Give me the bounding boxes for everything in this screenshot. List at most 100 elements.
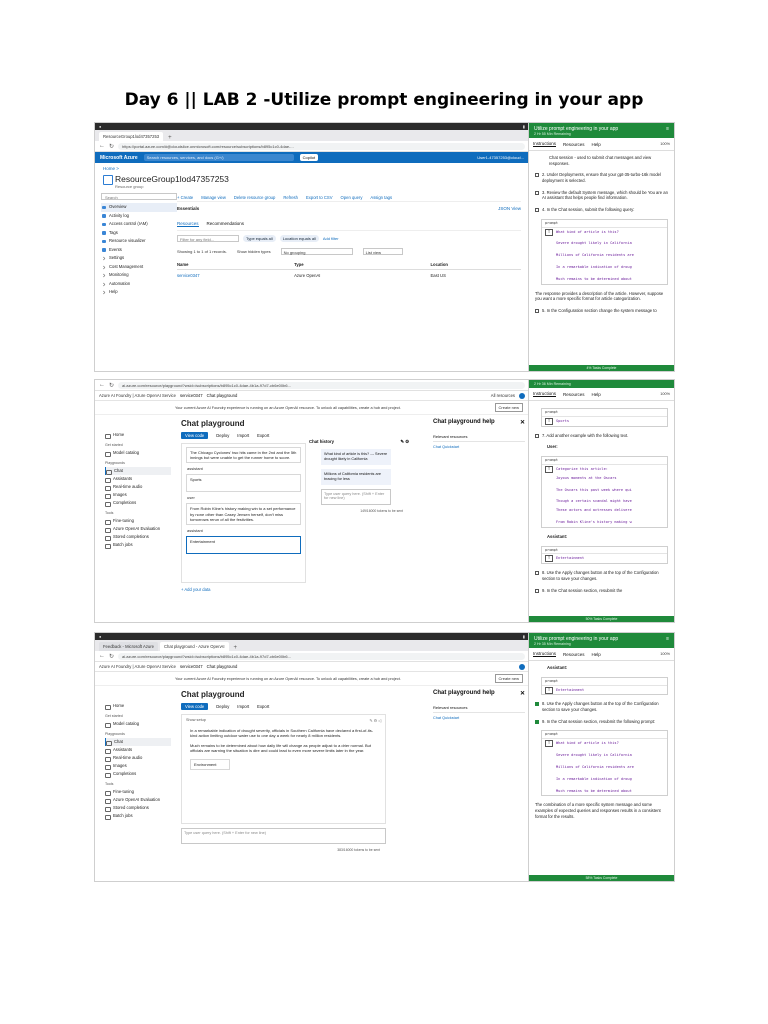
history-actions-icon[interactable]: ✎ ⚙ (400, 439, 409, 445)
quickstart-link[interactable]: Chat Quickstart (433, 716, 525, 720)
nav-batch-jobs[interactable]: Batch jobs (105, 812, 171, 820)
export-button[interactable]: Export (257, 433, 269, 438)
filter-input[interactable]: Filter for any field... (177, 235, 239, 242)
menu-item-cost[interactable]: Cost Management (101, 263, 177, 272)
example-assistant-message[interactable]: Entertainment (186, 535, 301, 554)
nav-fine-tuning[interactable]: Fine-tuning (105, 517, 171, 525)
nav-chat[interactable]: Chat (105, 467, 171, 475)
nav-home[interactable]: Home (105, 702, 171, 710)
deploy-button[interactable]: Deploy (216, 704, 229, 709)
code-line[interactable]: What kind of article is this? (542, 228, 667, 237)
col-type[interactable]: Type (294, 260, 431, 270)
close-icon[interactable]: ✕ (520, 690, 525, 697)
new-tab-button[interactable]: + (231, 645, 241, 651)
import-button[interactable]: Import (237, 704, 249, 709)
tab-help[interactable]: Help (592, 392, 601, 397)
menu-item-automation[interactable]: Automation (101, 280, 177, 289)
nav-chat[interactable]: Chat (105, 738, 171, 746)
delete-rg-button[interactable]: Delete resource group (234, 195, 275, 200)
step-checkbox[interactable] (535, 588, 539, 593)
assign-tags-button[interactable]: Assign tags (370, 195, 392, 200)
menu-icon[interactable]: ≡ (666, 636, 669, 642)
tab-resources[interactable]: Resources (563, 142, 585, 147)
import-button[interactable]: Import (237, 433, 249, 438)
example-user-message[interactable]: From Robin Kline's history making win to… (186, 503, 301, 525)
chat-actions-icon[interactable]: ✎ ⚙ ◁ (369, 718, 381, 723)
step-checkbox[interactable] (535, 173, 539, 178)
menu-item-help[interactable]: Help (101, 288, 177, 297)
new-tab-button[interactable]: + (165, 135, 175, 141)
deploy-button[interactable]: Deploy (216, 433, 229, 438)
refresh-icon[interactable]: ↻ (109, 382, 114, 389)
export-csv-button[interactable]: Export to CSV (306, 195, 333, 200)
grouping-select[interactable]: No grouping (280, 248, 353, 255)
example-user-message[interactable]: The Chicago Cyclones' two hits came in t… (186, 447, 301, 464)
breadcrumb[interactable]: Home > (95, 163, 529, 174)
json-view-link[interactable]: JSON View (498, 206, 521, 211)
create-new-button[interactable]: Create new (494, 403, 523, 412)
show-hidden-checkbox[interactable]: Show hidden types (237, 249, 271, 254)
back-icon[interactable]: ← (99, 653, 105, 659)
nav-fine-tuning[interactable]: Fine-tuning (105, 788, 171, 796)
page-crumb[interactable]: Chat playground (207, 393, 238, 398)
nav-model-catalog[interactable]: Model catalog (105, 720, 171, 728)
nav-images[interactable]: Images (105, 762, 171, 770)
step-checkbox[interactable] (535, 208, 539, 213)
browser-tab[interactable]: Chat playground - Azure OpenAI (159, 642, 229, 651)
step-checkbox-checked[interactable] (535, 719, 539, 724)
quickstart-link[interactable]: Chat Quickstart (433, 445, 525, 449)
user-account[interactable]: User1-47357253@cloud... (477, 155, 524, 160)
url-field[interactable]: ai.azure.com/resource/playground?wsid=/s… (118, 381, 525, 389)
resource-name-link[interactable]: service0347 (177, 270, 294, 282)
nav-evaluation[interactable]: Azure OpenAI Evaluation (105, 796, 171, 804)
tab-recommendations[interactable]: Recommendations (207, 221, 245, 227)
essentials-header[interactable]: Essentials JSON View (177, 202, 521, 215)
url-field[interactable]: https://portal.azure.com/#@cloudslice.on… (118, 142, 525, 150)
menu-item-iam[interactable]: Access control (IAM) (101, 220, 177, 229)
nav-assistants[interactable]: Assistants (105, 475, 171, 483)
view-code-button[interactable]: View code (181, 432, 209, 439)
azure-brand[interactable]: Microsoft Azure (100, 155, 138, 161)
col-location[interactable]: Location (430, 260, 521, 270)
browser-tab[interactable]: ResourceGroup1lod47357253 (99, 132, 164, 141)
type-filter-chip[interactable]: Type equals all (243, 235, 276, 242)
step-checkbox[interactable] (535, 571, 539, 576)
export-button[interactable]: Export (257, 704, 269, 709)
service-crumb[interactable]: service0347 (180, 393, 203, 398)
all-resources-link[interactable]: All resources (491, 393, 515, 398)
chat-input[interactable]: Type user query here. (Shift + Enter for… (181, 828, 386, 844)
nav-stored-completions[interactable]: Stored completions (105, 533, 171, 541)
menu-item-visualizer[interactable]: Resource visualizer (101, 237, 177, 246)
relevant-resources[interactable]: Relevant resources (433, 705, 525, 713)
tab-instructions[interactable]: Instructions (533, 391, 557, 397)
create-button[interactable]: + Create (177, 195, 193, 200)
copilot-button[interactable]: Copilot (299, 154, 319, 161)
avatar[interactable] (519, 663, 525, 670)
azure-search[interactable]: Search resources, services, and docs (G+… (143, 154, 294, 161)
view-select[interactable]: List view (362, 248, 403, 255)
menu-item-events[interactable]: Events (101, 246, 177, 255)
tab-resources[interactable]: Resources (563, 652, 585, 657)
avatar[interactable] (519, 392, 525, 399)
refresh-icon[interactable]: ↻ (109, 143, 114, 150)
code-line[interactable]: Categorize this article: (542, 465, 667, 474)
service-crumb[interactable]: service0347 (180, 664, 203, 669)
tab-resources[interactable]: Resources (563, 392, 585, 397)
open-query-button[interactable]: Open query (341, 195, 363, 200)
nav-batch-jobs[interactable]: Batch jobs (105, 541, 171, 549)
tab-help[interactable]: Help (592, 652, 601, 657)
menu-item-tags[interactable]: Tags (101, 229, 177, 238)
menu-icon[interactable]: ≡ (666, 126, 669, 132)
back-icon[interactable]: ← (99, 382, 105, 388)
refresh-button[interactable]: Refresh (283, 195, 298, 200)
nav-assistants[interactable]: Assistants (105, 746, 171, 754)
menu-search[interactable]: Search (101, 193, 177, 200)
nav-evaluation[interactable]: Azure OpenAI Evaluation (105, 525, 171, 533)
menu-item-overview[interactable]: Overview (101, 203, 177, 212)
tab-instructions[interactable]: Instructions (533, 141, 557, 147)
nav-model-catalog[interactable]: Model catalog (105, 449, 171, 457)
view-code-button[interactable]: View code (181, 703, 209, 710)
nav-realtime-audio[interactable]: Real-time audio (105, 754, 171, 762)
code-line[interactable]: Sports (542, 417, 667, 426)
nav-home[interactable]: Home (105, 431, 171, 439)
